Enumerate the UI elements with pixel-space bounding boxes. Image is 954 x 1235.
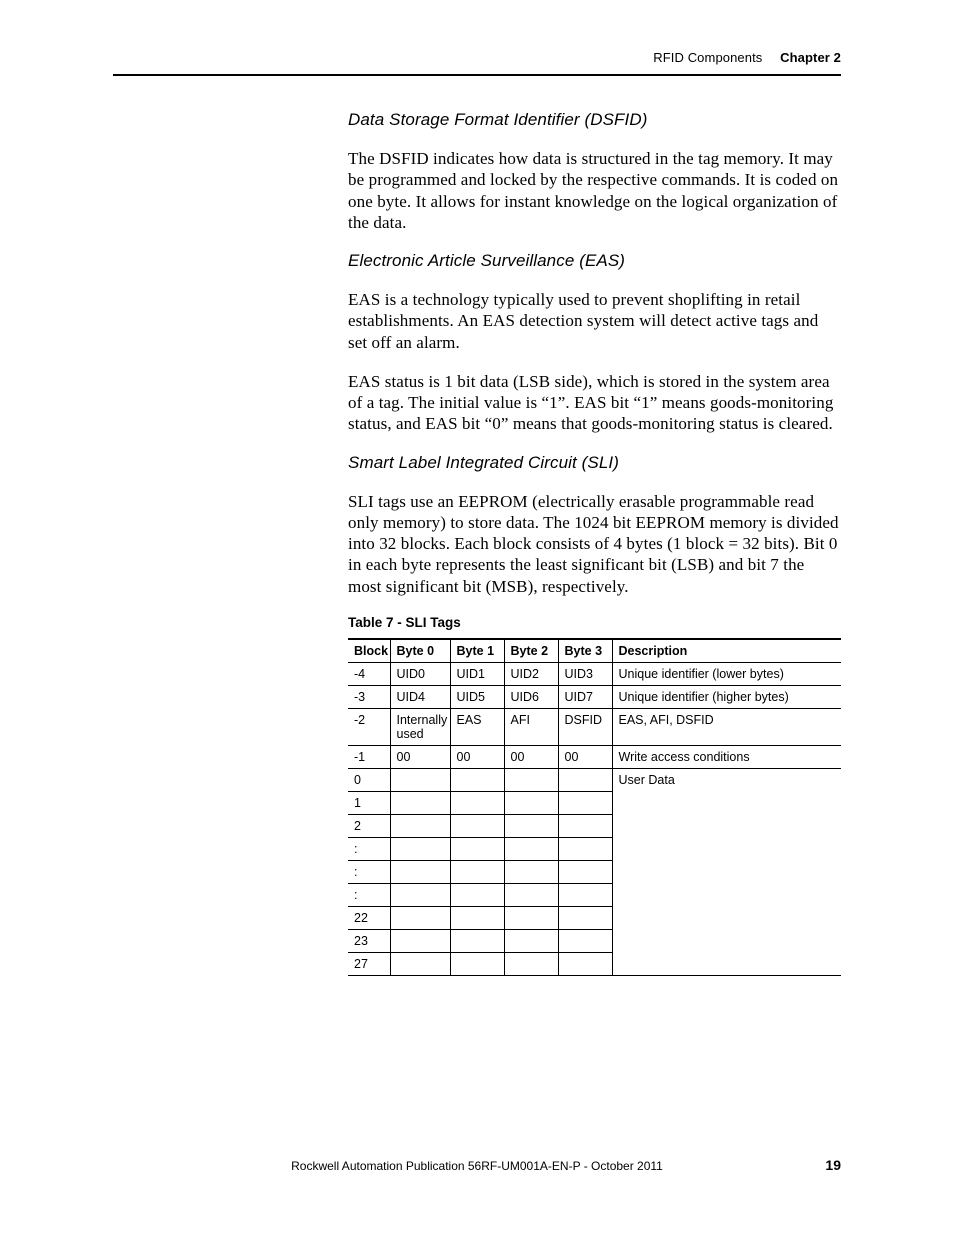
cell [558,791,612,814]
cell [558,860,612,883]
cell [504,837,558,860]
cell: UID7 [558,685,612,708]
table-row: -3 UID4 UID5 UID6 UID7 Unique identifier… [348,685,841,708]
cell [504,952,558,975]
cell: Unique identifier (lower bytes) [612,662,841,685]
cell: AFI [504,708,558,745]
cell: 23 [348,929,390,952]
cell: UID6 [504,685,558,708]
cell: UID4 [390,685,450,708]
cell [390,860,450,883]
cell [558,837,612,860]
cell [504,791,558,814]
cell [558,883,612,906]
cell [450,906,504,929]
cell [450,768,504,791]
cell [390,952,450,975]
cell [390,837,450,860]
heading-eas: Electronic Article Surveillance (EAS) [348,251,841,271]
th-desc: Description [612,639,841,663]
cell: : [348,883,390,906]
cell: 22 [348,906,390,929]
cell [450,952,504,975]
cell: DSFID [558,708,612,745]
running-header: RFID Components Chapter 2 [113,50,841,76]
cell: UID3 [558,662,612,685]
cell [450,883,504,906]
cell [450,814,504,837]
th-block: Block [348,639,390,663]
para-eas-2: EAS status is 1 bit data (LSB side), whi… [348,371,841,435]
cell [558,906,612,929]
cell: 00 [504,745,558,768]
cell: : [348,860,390,883]
cell: EAS [450,708,504,745]
page-footer: Rockwell Automation Publication 56RF-UM0… [113,1159,841,1173]
heading-sli: Smart Label Integrated Circuit (SLI) [348,453,841,473]
cell: Write access conditions [612,745,841,768]
cell: 00 [558,745,612,768]
cell: UID1 [450,662,504,685]
cell [450,929,504,952]
cell: 0 [348,768,390,791]
cell-userdata: User Data [612,768,841,975]
th-byte3: Byte 3 [558,639,612,663]
cell [558,768,612,791]
cell: -2 [348,708,390,745]
heading-dsfid: Data Storage Format Identifier (DSFID) [348,110,841,130]
cell [504,883,558,906]
sli-table: Block Byte 0 Byte 1 Byte 2 Byte 3 Descri… [348,638,841,976]
table-row: -1 00 00 00 00 Write access conditions [348,745,841,768]
cell: Internally used [390,708,450,745]
cell [504,929,558,952]
cell [504,906,558,929]
cell [390,768,450,791]
page-body: Data Storage Format Identifier (DSFID) T… [348,110,841,976]
table-row: -2 Internally used EAS AFI DSFID EAS, AF… [348,708,841,745]
cell [390,929,450,952]
cell [504,814,558,837]
cell [504,768,558,791]
cell: -4 [348,662,390,685]
table-row: -4 UID0 UID1 UID2 UID3 Unique identifier… [348,662,841,685]
header-section: RFID Components [653,50,762,65]
cell: Unique identifier (higher bytes) [612,685,841,708]
th-byte2: Byte 2 [504,639,558,663]
cell [450,791,504,814]
cell [558,929,612,952]
cell [450,860,504,883]
cell [504,860,558,883]
cell: UID5 [450,685,504,708]
cell: : [348,837,390,860]
cell: 1 [348,791,390,814]
cell: UID2 [504,662,558,685]
cell: EAS, AFI, DSFID [612,708,841,745]
footer-publication: Rockwell Automation Publication 56RF-UM0… [113,1159,841,1173]
footer-page-number: 19 [825,1157,841,1173]
cell: 27 [348,952,390,975]
th-byte1: Byte 1 [450,639,504,663]
cell [390,791,450,814]
cell [390,906,450,929]
cell [450,837,504,860]
cell [558,952,612,975]
cell: 00 [390,745,450,768]
cell: -3 [348,685,390,708]
cell: UID0 [390,662,450,685]
para-dsfid: The DSFID indicates how data is structur… [348,148,841,233]
cell [390,883,450,906]
th-byte0: Byte 0 [390,639,450,663]
cell: 2 [348,814,390,837]
cell [390,814,450,837]
table-caption: Table 7 - SLI Tags [348,615,841,630]
cell: 00 [450,745,504,768]
table-row: 0 User Data [348,768,841,791]
header-chapter: Chapter 2 [780,50,841,65]
table-head-row: Block Byte 0 Byte 1 Byte 2 Byte 3 Descri… [348,639,841,663]
para-eas-1: EAS is a technology typically used to pr… [348,289,841,353]
para-sli: SLI tags use an EEPROM (electrically era… [348,491,841,597]
cell: -1 [348,745,390,768]
cell [558,814,612,837]
